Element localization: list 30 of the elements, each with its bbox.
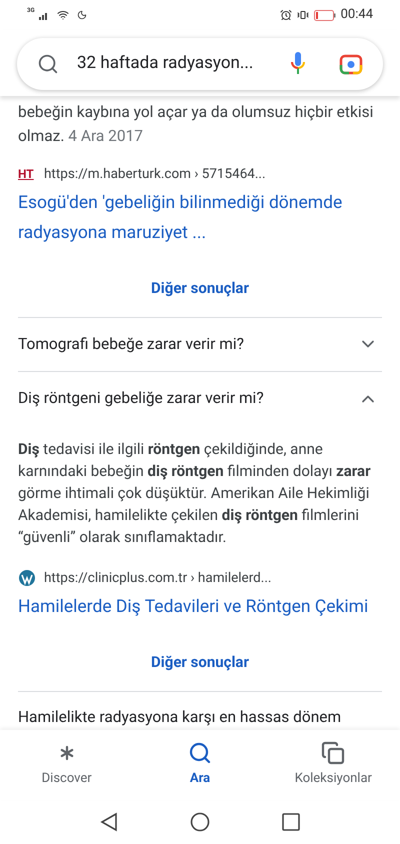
recents-icon[interactable]	[282, 813, 300, 831]
result-url: https://clinicplus.com.tr › hamilelerd...	[44, 568, 272, 588]
vibrate-icon	[296, 9, 309, 21]
back-icon[interactable]	[100, 812, 118, 832]
search-icon	[37, 53, 59, 75]
more-results-button[interactable]: Diğer sonuçlar	[139, 272, 261, 305]
alarm-icon	[280, 9, 292, 21]
nav-tab[interactable]: Discover	[0, 730, 134, 800]
microphone-icon[interactable]	[291, 52, 305, 76]
battery-icon	[314, 10, 336, 20]
question-row[interactable]: Tomografi bebeğe zarar verir mi?	[18, 318, 382, 372]
nav-tab[interactable]: Ara	[133, 730, 267, 800]
more-results-button[interactable]: Diğer sonuçlar	[139, 646, 261, 678]
search-field[interactable]: 32 haftada radyasyon...	[17, 38, 383, 90]
clock-time: 00:44	[340, 6, 373, 24]
site-logo: HT	[18, 168, 35, 180]
nav-tab[interactable]: Koleksiyonlar	[266, 730, 400, 800]
question-row[interactable]: Diş röntgeni gebeliğe zarar verir mi?	[18, 372, 382, 426]
answer-text: Diş tedavisi ile ilgili röntgen çekildiğinde, anne karnındaki bebeğin diş röntgen filminden dolayı zarar görme ihtimali çok düşüktür. Amerikan Aile Hekimliği Akademisi, hamilelikte çekilen diş röntgen filmlerini “güvenli” olarak sınıflamaktadır.	[18, 438, 372, 548]
moon-icon	[76, 10, 87, 20]
search-icon	[188, 741, 212, 766]
bookmarks-icon	[321, 741, 346, 766]
result-url: https://m.haberturk.com › 5715464...	[44, 165, 266, 184]
camera-icon[interactable]	[339, 53, 363, 75]
signal-icon	[38, 10, 49, 20]
home-icon[interactable]	[190, 812, 210, 832]
wordpress-logo-icon	[18, 568, 36, 587]
result-title-link[interactable]: Hamilelerde Diş Tedavileri ve Röntgen Çekimi	[18, 592, 382, 622]
snippet-text: bebeğin kaybına yol açar ya da olumsuz hiçbir etkisi olmaz. 4 Ara 2017	[18, 102, 374, 147]
result-title-link[interactable]: Esogü'den 'gebeliğin bilinmediği dönemde radyasyona maruziyet ...	[18, 188, 382, 248]
